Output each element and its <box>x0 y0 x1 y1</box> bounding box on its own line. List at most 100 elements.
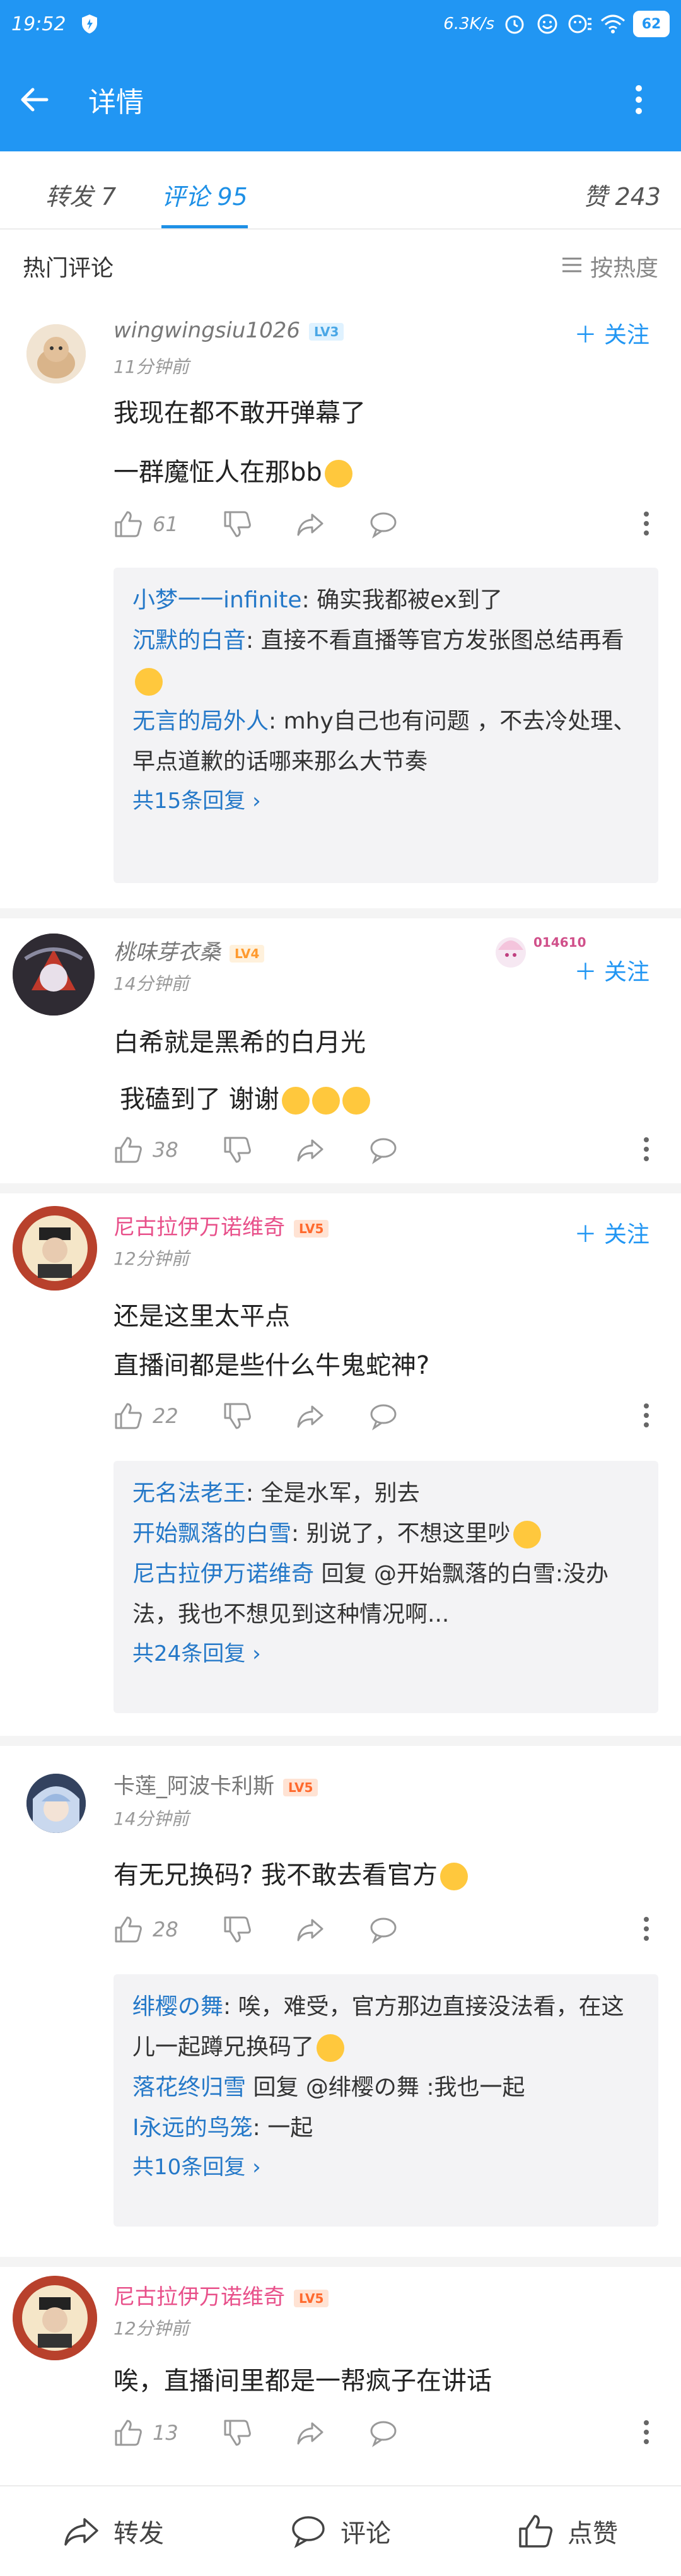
share-arrow-icon <box>297 1405 323 1428</box>
reply-button[interactable] <box>369 1402 398 1431</box>
hot-comments-label: 热门评论 <box>23 255 114 281</box>
comment-text: 唉，直播间里都是一帮疯子在讲话 <box>114 2367 492 2396</box>
comment-more-icon[interactable] <box>643 1916 649 1944</box>
emoji-icon <box>324 460 352 488</box>
reply-button[interactable] <box>369 2418 398 2447</box>
comment-item: 桃味芽衣桑 LV4 14分钟前 014610 ＋ 关注 白希就是黑希的白月光 我磕… <box>0 918 681 1183</box>
comment-more-icon[interactable] <box>643 511 649 539</box>
crying-emoji-icon <box>317 2034 345 2062</box>
share-arrow-icon <box>64 2518 98 2546</box>
face-list-icon <box>568 11 593 37</box>
network-speed: 6.3K/s <box>443 15 494 33</box>
dislike-button[interactable] <box>223 510 252 539</box>
level-badge: LV5 <box>283 1778 318 1796</box>
avatar[interactable] <box>13 2276 97 2360</box>
username[interactable]: wingwingsiu1026 LV3 <box>114 318 344 343</box>
username[interactable]: 尼古拉伊万诺维奇 LV5 <box>114 2280 329 2310</box>
comment-actions: 22 <box>114 1400 649 1432</box>
comment-actions: 61 <box>114 508 649 540</box>
share-button[interactable] <box>296 2418 325 2447</box>
reply-button[interactable] <box>369 1135 398 1164</box>
divider <box>0 2257 681 2267</box>
more-replies-link[interactable]: 共24条回复 › <box>132 1635 639 1673</box>
tab-repost[interactable]: 转发 7 <box>45 177 116 228</box>
dislike-button[interactable] <box>223 2418 252 2447</box>
comment-more-icon[interactable] <box>643 1403 649 1431</box>
reply-item[interactable]: 沉默的白音: 直接不看直播等官方发张图总结再看 <box>132 621 639 701</box>
reply-item[interactable]: 无言的局外人: mhy自己也有问题 ，不去冷处理、早点道歉的话哪来那么大节奏 <box>132 701 639 782</box>
comment-text: 有无兄换码? 我不敢去看官方 <box>114 1854 468 1891</box>
share-arrow-icon <box>297 1139 323 1162</box>
reply-item[interactable]: 小梦一一infinite: 确实我都被ex到了 <box>132 580 639 621</box>
wifi-icon <box>600 11 626 37</box>
divider <box>0 1736 681 1746</box>
share-button[interactable] <box>296 1135 325 1164</box>
reply-button[interactable] <box>369 510 398 539</box>
avatar[interactable] <box>13 1206 97 1291</box>
reply-item[interactable]: 绯樱の舞: 唉，难受，官方那边直接没法看，在这儿一起蹲兄换码了 <box>132 1987 639 2068</box>
share-button[interactable] <box>296 1915 325 1944</box>
comment-time: 12分钟前 <box>114 2318 189 2339</box>
avatar[interactable] <box>26 1774 86 1833</box>
comment-more-icon[interactable] <box>643 2420 649 2447</box>
comment-text: 白希就是黑希的白月光 <box>114 1028 366 1057</box>
thumbs-up-icon <box>519 2515 553 2548</box>
back-arrow-icon[interactable] <box>18 83 50 116</box>
dislike-button[interactable] <box>223 1915 252 1944</box>
bottom-comment-button[interactable]: 评论 <box>227 2513 454 2550</box>
reply-item[interactable]: 尼古拉伊万诺维奇 回复 @开始飘落的白雪:没办法，我也不想见到这种情况啊... <box>132 1554 639 1635</box>
crying-emoji-icon <box>311 1087 340 1115</box>
comment-actions: 28 <box>114 1914 649 1945</box>
comment-text: 我现在都不敢开弹幕了 <box>114 399 366 428</box>
tab-comments[interactable]: 评论 95 <box>161 177 248 228</box>
like-button[interactable]: 61 <box>114 510 178 539</box>
share-button[interactable] <box>296 1402 325 1431</box>
thumbs-down-icon <box>224 1916 251 1943</box>
page-title: 详情 <box>88 86 144 119</box>
comment-bubble-icon <box>370 2421 397 2447</box>
username[interactable]: 尼古拉伊万诺维奇 LV5 <box>114 1210 329 1241</box>
sort-button[interactable]: 按热度 <box>561 250 658 283</box>
plus-icon: ＋ <box>574 959 604 985</box>
dislike-button[interactable] <box>223 1135 252 1164</box>
more-replies-link[interactable]: 共15条回复 › <box>132 782 639 820</box>
bottom-like-button[interactable]: 点赞 <box>454 2513 681 2550</box>
thumbs-down-icon <box>224 2420 251 2446</box>
thumbs-down-icon <box>224 1403 251 1429</box>
comment-bubble-icon <box>370 1138 397 1164</box>
crying-emoji-icon <box>342 1087 370 1115</box>
level-badge: LV4 <box>230 944 265 963</box>
reply-button[interactable] <box>369 1915 398 1944</box>
sort-lines-icon <box>561 254 583 279</box>
reply-item[interactable]: 开始飘落的白雪: 别说了，不想这里吵 <box>132 1514 639 1554</box>
more-options-icon[interactable] <box>634 85 643 117</box>
like-button[interactable]: 13 <box>114 2418 178 2447</box>
like-button[interactable]: 22 <box>114 1402 178 1431</box>
follow-button[interactable]: ＋ 关注 <box>574 1216 649 1249</box>
comment-bubble-icon <box>292 2516 325 2548</box>
reply-item[interactable]: 落花终归雪 回复 @绯樱の舞 :我也一起 <box>132 2068 639 2108</box>
like-button[interactable]: 28 <box>114 1915 178 1944</box>
like-button[interactable]: 38 <box>114 1135 178 1164</box>
crying-emoji-icon <box>513 1521 541 1549</box>
more-replies-link[interactable]: 共10条回复 › <box>132 2148 639 2186</box>
comment-item: 尼古拉伊万诺维奇 LV5 12分钟前 唉，直播间里都是一帮疯子在讲话 13 <box>0 2267 681 2485</box>
dislike-button[interactable] <box>223 1402 252 1431</box>
follow-button[interactable]: ＋ 关注 <box>574 954 649 986</box>
reply-item[interactable]: I永远的鸟笼: 一起 <box>132 2108 639 2148</box>
level-badge: LV5 <box>294 1219 329 1238</box>
tab-likes[interactable]: 赞 243 <box>583 177 661 212</box>
thumbs-up-icon <box>115 2420 142 2446</box>
reply-item[interactable]: 无名法老王: 全是水军，别去 <box>132 1473 639 1514</box>
bottom-repost-button[interactable]: 转发 <box>0 2513 227 2550</box>
comment-bubble-icon <box>370 1917 397 1944</box>
avatar[interactable] <box>13 934 95 1016</box>
username[interactable]: 桃味芽衣桑 LV4 <box>114 935 265 966</box>
username[interactable]: 卡莲_阿波卡利斯 LV5 <box>114 1769 318 1800</box>
follow-button[interactable]: ＋ 关注 <box>574 317 649 349</box>
comment-more-icon[interactable] <box>643 1137 649 1164</box>
avatar[interactable] <box>26 324 86 383</box>
thumbs-up-icon <box>115 1137 142 1163</box>
comment-text: 还是这里太平点 <box>114 1302 290 1331</box>
share-button[interactable] <box>296 510 325 539</box>
